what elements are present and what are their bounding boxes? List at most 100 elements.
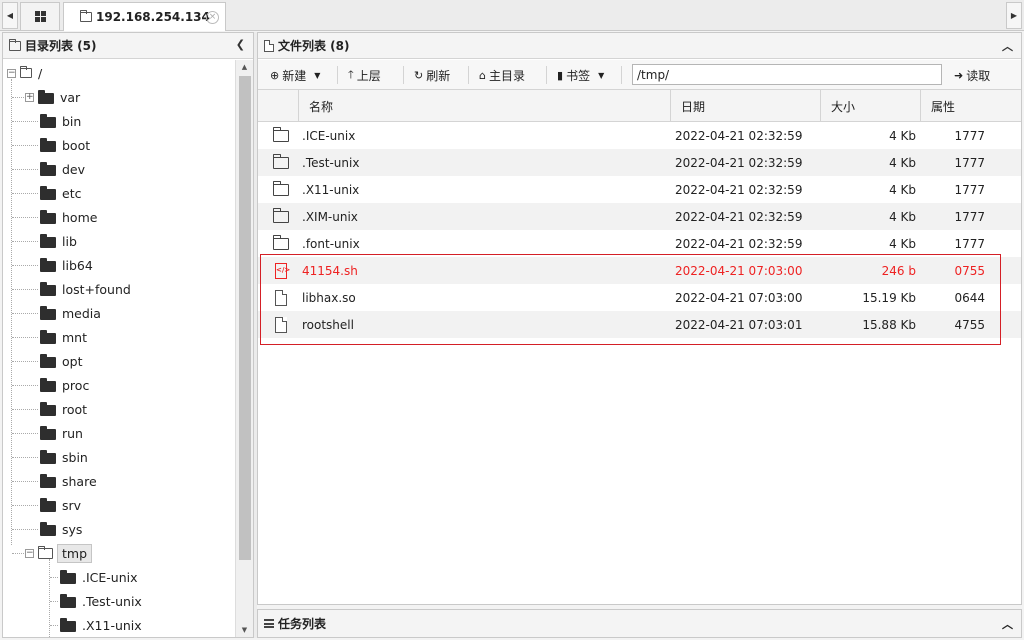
tree-item-lib64[interactable]: lib64 (40, 253, 93, 277)
tree-item-etc[interactable]: etc (40, 181, 81, 205)
new-button[interactable]: ⊕ 新建 ▼ (270, 64, 320, 86)
read-button[interactable]: ➜ 读取 (954, 64, 990, 86)
file-attr: 1777 (954, 236, 985, 251)
file-name: .XIM-unix (302, 209, 358, 224)
file-size: 4 Kb (889, 155, 916, 170)
file-name: .Test-unix (302, 155, 360, 170)
folder-icon (40, 497, 56, 512)
tree-item-label: root (62, 401, 88, 417)
column-name[interactable]: 名称 (298, 90, 670, 122)
tree-item-label: bin (62, 113, 82, 129)
tree-item-sys[interactable]: sys (40, 517, 82, 541)
up-button[interactable]: 🡑 上层 (348, 64, 381, 86)
collapse-left-icon[interactable]: ❮ (236, 38, 245, 51)
file-size: 4 Kb (889, 236, 916, 251)
directory-panel-title: 目录列表 (5) (25, 39, 97, 53)
file-row[interactable]: .font-unix 2022-04-21 02:32:59 4 Kb 1777 (258, 230, 1021, 257)
file-toolbar: ⊕ 新建 ▼ 🡑 上层 ↻ 刷新 ⌂ 主目录 ▮ 书签 ▼ ➜ 读取 (258, 60, 1021, 90)
tree-item-dev[interactable]: dev (40, 157, 85, 181)
tab-host-label: 192.168.254.134 (96, 10, 210, 24)
tree-item-share[interactable]: share (40, 469, 97, 493)
tree-root[interactable]: − / (7, 61, 42, 85)
tree-item-boot[interactable]: boot (40, 133, 90, 157)
collapse-icon[interactable]: − (25, 548, 34, 558)
file-row[interactable]: </> 41154.sh 2022-04-21 07:03:00 246 b 0755 (258, 257, 1021, 284)
folder-icon (40, 113, 56, 128)
column-date[interactable]: 日期 (670, 90, 820, 122)
tree-item-sbin[interactable]: sbin (40, 445, 88, 469)
tree-item-opt[interactable]: opt (40, 349, 82, 373)
file-row[interactable]: .Test-unix 2022-04-21 02:32:59 4 Kb 1777 (258, 149, 1021, 176)
column-size[interactable]: 大小 (820, 90, 920, 122)
file-date: 2022-04-21 02:32:59 (675, 182, 803, 197)
tree-item-var[interactable]: + var (25, 85, 80, 109)
tree-item-lostfound[interactable]: lost+found (40, 277, 131, 301)
tree-item-root[interactable]: root (40, 397, 87, 421)
folder-icon (40, 137, 56, 152)
scroll-down-icon[interactable]: ▼ (236, 623, 253, 637)
tree-item-label: mnt (62, 329, 87, 345)
up-button-label: 上层 (356, 68, 381, 83)
file-date: 2022-04-21 02:32:59 (675, 128, 803, 143)
file-row[interactable]: .XIM-unix 2022-04-21 02:32:59 4 Kb 1777 (258, 203, 1021, 230)
file-date: 2022-04-21 07:03:00 (675, 290, 803, 305)
scroll-left-icon[interactable]: ◀ (2, 2, 18, 29)
file-grid-header: 名称 日期 大小 属性 (258, 90, 1021, 122)
tree-item-run[interactable]: run (40, 421, 83, 445)
folder-icon (60, 593, 76, 608)
folder-icon (273, 180, 289, 196)
folder-icon (40, 257, 56, 272)
tree-item-label: home (62, 209, 98, 225)
tab-host[interactable]: 192.168.254.134 × (63, 2, 226, 31)
column-name-label: 名称 (309, 99, 334, 114)
tree-item-label: lost+found (62, 281, 131, 297)
tree-item-label: opt (62, 353, 83, 369)
collapse-icon[interactable]: − (7, 68, 16, 78)
tree-item-label: media (62, 305, 101, 321)
column-size-label: 大小 (831, 99, 856, 114)
tree-child-X11unix[interactable]: .X11-unix (60, 613, 142, 637)
folder-icon (40, 161, 56, 176)
file-size: 4 Kb (889, 128, 916, 143)
file-attr: 1777 (954, 209, 985, 224)
chevron-down-icon: ▼ (598, 70, 605, 80)
close-icon[interactable]: × (206, 11, 219, 24)
tree-item-bin[interactable]: bin (40, 109, 81, 133)
expand-up-icon[interactable]: ︿ (1002, 616, 1013, 632)
folder-icon (40, 305, 56, 320)
tree-item-label: .ICE-unix (82, 569, 138, 585)
path-input[interactable] (632, 64, 942, 85)
collapse-up-icon[interactable]: ︿ (1002, 38, 1013, 54)
tree-child-Testunix[interactable]: .Test-unix (60, 589, 142, 613)
column-attr-label: 属性 (931, 99, 956, 114)
tree-item-proc[interactable]: proc (40, 373, 89, 397)
file-row[interactable]: libhax.so 2022-04-21 07:03:00 15.19 Kb 0644 (258, 284, 1021, 311)
tree-item-media[interactable]: media (40, 301, 101, 325)
file-row[interactable]: .ICE-unix 2022-04-21 02:32:59 4 Kb 1777 (258, 122, 1021, 149)
scrollbar-thumb[interactable] (239, 76, 251, 560)
folder-icon (80, 10, 92, 22)
refresh-button[interactable]: ↻ 刷新 (414, 64, 450, 86)
bookmark-button[interactable]: ▮ 书签 ▼ (557, 64, 604, 86)
tree-item-tmp[interactable]: − tmp (25, 541, 93, 565)
column-attr[interactable]: 属性 (920, 90, 1021, 122)
folder-icon (273, 126, 289, 142)
scroll-right-icon[interactable]: ▶ (1006, 2, 1022, 29)
folder-icon (40, 185, 56, 200)
home-button[interactable]: ⌂ 主目录 (479, 64, 525, 86)
tree-scrollbar[interactable]: ▲ ▼ (235, 60, 253, 637)
tree-item-srv[interactable]: srv (40, 493, 81, 517)
folder-icon (40, 353, 56, 368)
file-row[interactable]: .X11-unix 2022-04-21 02:32:59 4 Kb 1777 (258, 176, 1021, 203)
tree-item-home[interactable]: home (40, 205, 97, 229)
file-size: 15.19 Kb (862, 290, 916, 305)
scroll-up-icon[interactable]: ▲ (236, 60, 253, 74)
file-panel: 文件列表 (8) ︿ ⊕ 新建 ▼ 🡑 上层 ↻ 刷新 ⌂ 主目录 ▮ 书签 ▼ (257, 32, 1022, 605)
file-row[interactable]: rootshell 2022-04-21 07:03:01 15.88 Kb 4755 (258, 311, 1021, 338)
tree-item-label: sbin (62, 449, 88, 465)
grid-menu-button[interactable] (20, 2, 60, 30)
tree-child-ICEunix[interactable]: .ICE-unix (60, 565, 138, 589)
tree-item-lib[interactable]: lib (40, 229, 77, 253)
tree-item-mnt[interactable]: mnt (40, 325, 87, 349)
expand-icon[interactable]: + (25, 92, 34, 102)
